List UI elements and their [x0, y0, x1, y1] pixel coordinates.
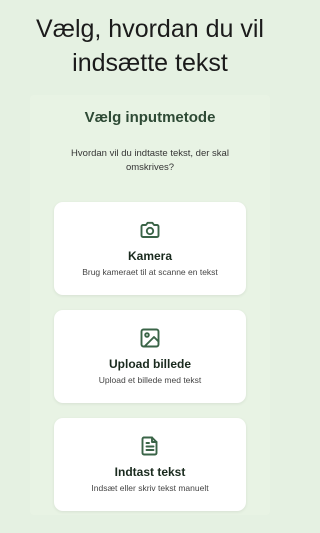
option-title: Kamera	[127, 249, 173, 263]
option-description: Indsæt eller skriv tekst manuelt	[91, 483, 209, 493]
panel-title: Vælg inputmetode	[84, 109, 216, 126]
option-title: Indtast tekst	[114, 465, 186, 479]
option-card-camera[interactable]: Kamera Brug kameraet til at scanne en te…	[54, 202, 246, 295]
page-headline: Vælg, hvordan du vil indsætte tekst	[36, 15, 264, 77]
option-card-enter-text[interactable]: Indtast tekst Indsæt eller skriv tekst m…	[54, 418, 246, 511]
camera-icon	[138, 218, 162, 242]
document-icon	[138, 434, 162, 458]
image-icon	[138, 326, 162, 350]
input-method-panel: Vælg inputmetode Hvordan vil du indtaste…	[30, 95, 270, 515]
option-title: Upload billede	[108, 357, 191, 371]
option-description: Brug kameraet til at scanne en tekst	[82, 267, 218, 277]
panel-subtitle: Hvordan vil du indtaste tekst, der skal …	[71, 148, 229, 173]
option-card-upload-image[interactable]: Upload billede Upload et billede med tek…	[54, 310, 246, 403]
option-description: Upload et billede med tekst	[98, 375, 202, 385]
